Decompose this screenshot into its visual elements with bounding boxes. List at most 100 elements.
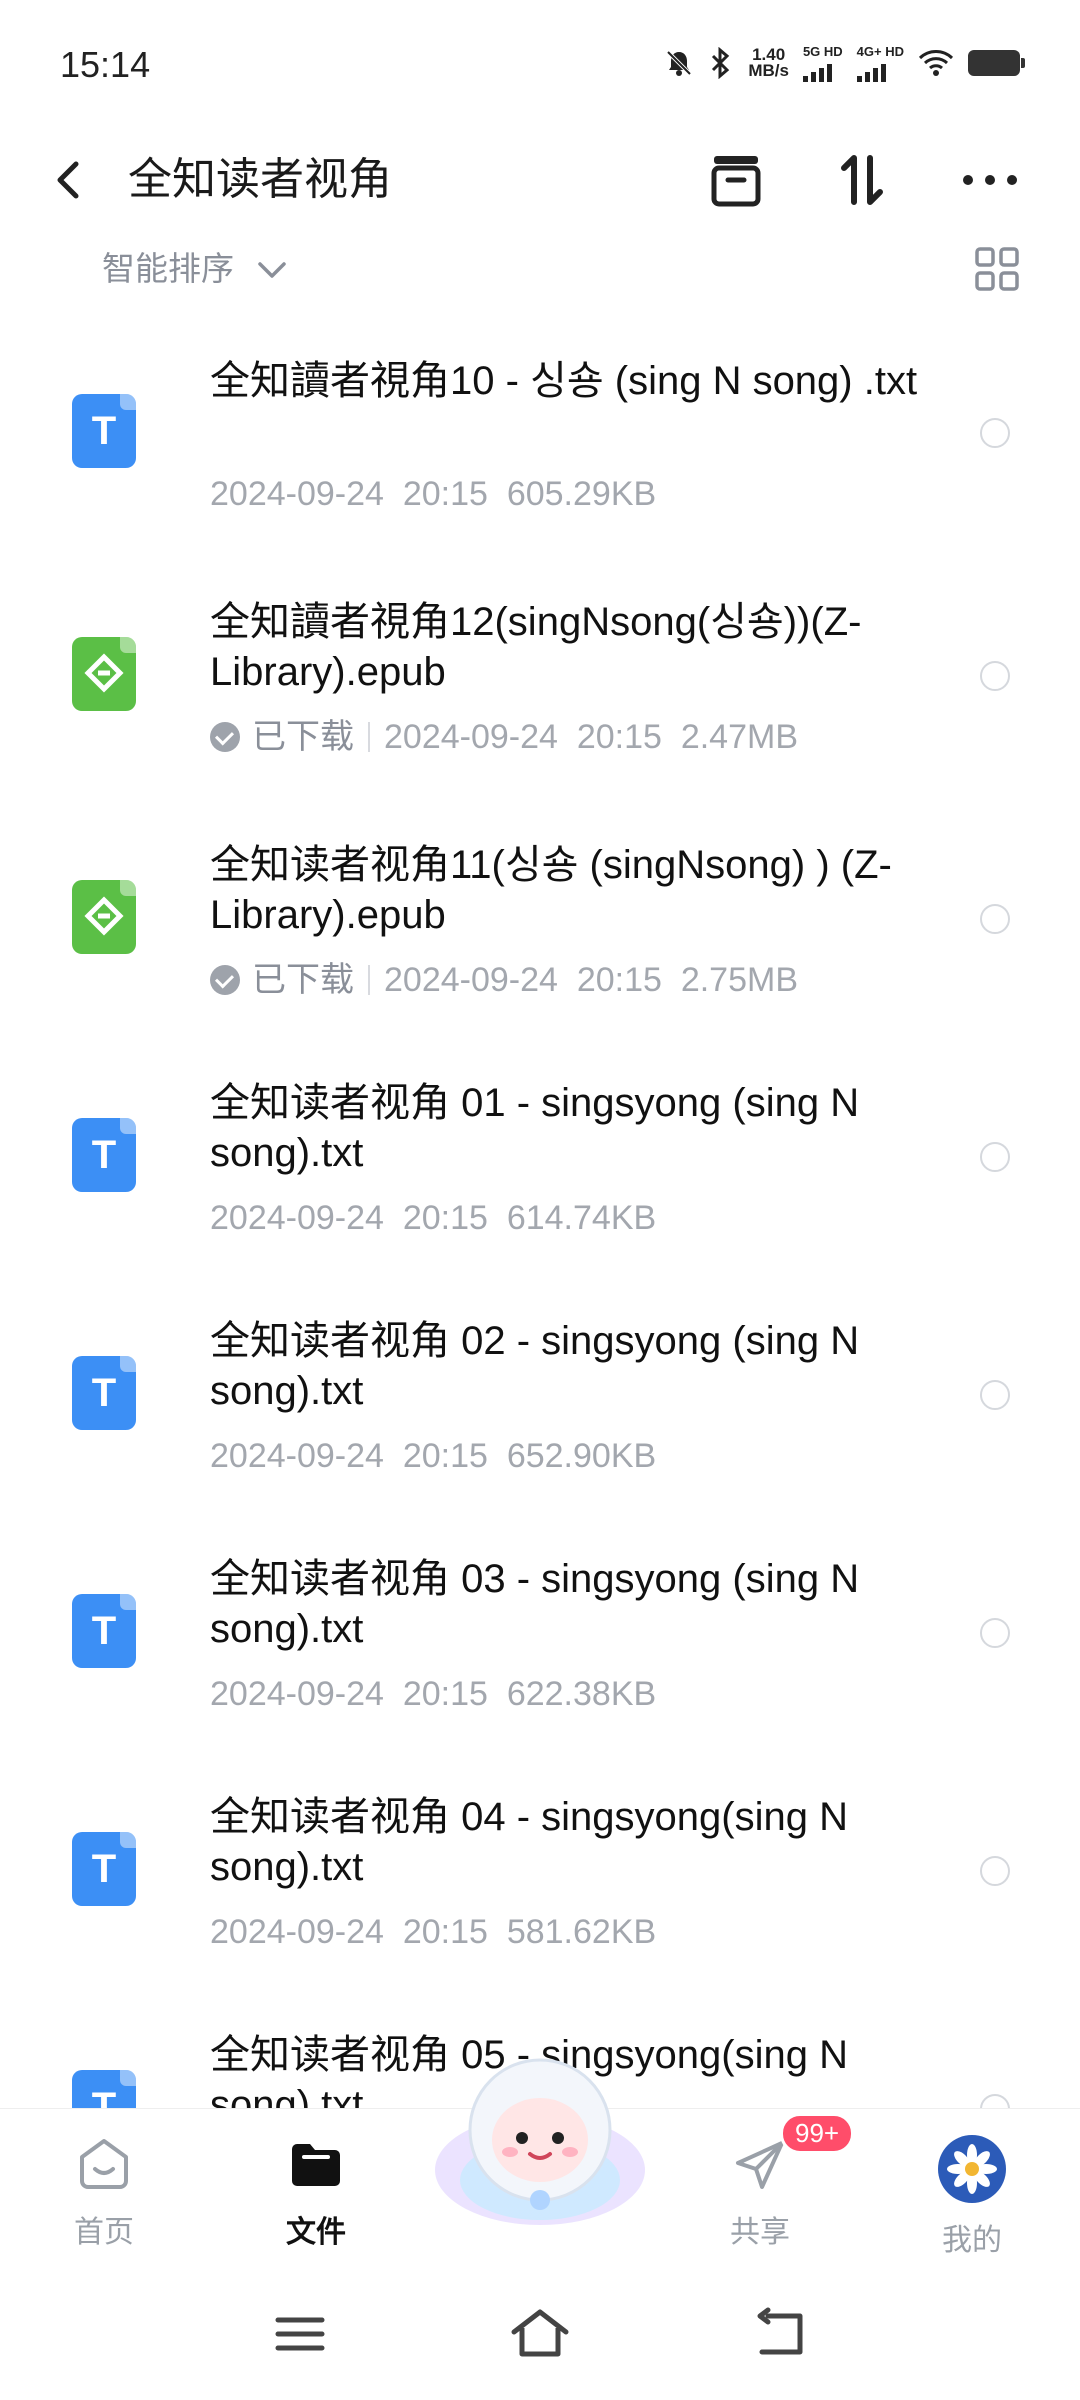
file-meta: 已下载 2024-09-24 20:15 2.47MB: [210, 715, 798, 759]
more-options-button[interactable]: [958, 148, 1022, 212]
file-time: 20:15: [402, 1913, 488, 1951]
file-time: 20:15: [576, 718, 662, 756]
file-date: 2024-09-24: [210, 1913, 384, 1951]
downloaded-check-icon: [210, 965, 240, 995]
file-row[interactable]: T 全知读者视角 01 - singsyong (sing N song).tx…: [0, 1042, 1080, 1280]
nav-files-label: 文件: [286, 2216, 346, 2249]
folder-icon: [286, 2135, 346, 2195]
file-row[interactable]: T 全知读者视角 04 - singsyong(sing N song).txt…: [0, 1756, 1080, 1994]
avatar: [938, 2135, 1006, 2203]
sim2-signal: 4G+ HD: [856, 44, 904, 82]
txt-file-icon: T: [72, 2070, 136, 2108]
txt-file-icon: T: [72, 1118, 136, 1192]
daisy-avatar-icon: [947, 2144, 997, 2194]
file-size: 2.75MB: [680, 961, 799, 999]
epub-file-icon: [72, 880, 136, 954]
sim1-signal: 5G HD: [802, 44, 843, 82]
downloaded-check-icon: [210, 722, 240, 752]
downloaded-label: 已下载: [252, 961, 354, 999]
select-checkbox[interactable]: [980, 418, 1010, 448]
status-time: 15:14: [60, 44, 151, 85]
txt-file-icon: T: [72, 394, 136, 468]
epub-file-icon: [72, 637, 136, 711]
status-bar: 15:14 1.40 MB/s 5G HD 4G+ HD: [0, 0, 1080, 130]
file-date: 2024-09-24: [210, 475, 384, 513]
file-time: 20:15: [402, 1199, 488, 1237]
file-name: 全知讀者視角12(singNsong(싱숑))(Z-Library).epub: [210, 600, 862, 694]
txt-file-icon: T: [72, 1832, 136, 1906]
bluetooth-icon: [708, 47, 734, 79]
signal-bars-icon: [802, 60, 843, 82]
select-checkbox[interactable]: [980, 904, 1010, 934]
nav-home[interactable]: 首页: [34, 2135, 174, 2251]
file-row[interactable]: T 全知读者视角 03 - singsyong (sing N song).tx…: [0, 1518, 1080, 1756]
file-row[interactable]: T 全知讀者視角10 - 싱숑 (sing N song) .txt 2024-…: [0, 318, 1080, 556]
file-list: T 全知讀者視角10 - 싱숑 (sing N song) .txt 2024-…: [0, 318, 1080, 2108]
file-time: 20:15: [402, 475, 488, 513]
menu-lines-icon[interactable]: [268, 2302, 332, 2366]
nav-home-label: 首页: [74, 2216, 134, 2249]
archive-box-icon: [711, 156, 761, 207]
file-size: 614.74KB: [506, 1199, 657, 1237]
signal-bars-icon: [856, 60, 904, 82]
file-date: 2024-09-24: [210, 1437, 384, 1475]
system-navigation-bar: [0, 2278, 1080, 2400]
downloaded-label: 已下载: [252, 718, 354, 756]
mute-bell-icon: [664, 48, 694, 78]
top-app-bar: 全知读者视角: [0, 130, 1080, 230]
chevron-left-icon: [57, 161, 79, 199]
sort-mode-dropdown[interactable]: 智能排序: [102, 246, 234, 292]
file-meta: 2024-09-24 20:15 622.38KB: [210, 1672, 656, 1716]
ai-assistant-mascot-button[interactable]: [430, 2040, 650, 2240]
sort-arrows-icon: [841, 155, 883, 205]
file-name: 全知讀者視角10 - 싱숑 (sing N song) .txt: [210, 359, 918, 403]
nav-me-label: 我的: [942, 2224, 1002, 2257]
network-speed: 1.40 MB/s: [748, 45, 789, 80]
file-name: 全知读者视角 03 - singsyong (sing N song).txt: [210, 1557, 860, 1651]
file-name: 全知读者视角11(싱숑 (singNsong) ) (Z-Library).ep…: [210, 843, 892, 937]
select-checkbox[interactable]: [980, 1380, 1010, 1410]
archive-button[interactable]: [704, 148, 768, 212]
file-meta: 2024-09-24 20:15 581.62KB: [210, 1910, 656, 1954]
home-icon[interactable]: [508, 2302, 572, 2366]
sort-order-button[interactable]: [830, 148, 894, 212]
select-checkbox[interactable]: [980, 2094, 1010, 2108]
battery-icon: [968, 50, 1025, 76]
page-title: 全知读者视角: [128, 155, 392, 204]
file-meta: 已下载 2024-09-24 20:15 2.75MB: [210, 958, 798, 1002]
status-icons: 1.40 MB/s 5G HD 4G+ HD: [664, 44, 1025, 82]
select-checkbox[interactable]: [980, 661, 1010, 691]
file-meta: 2024-09-24 20:15 605.29KB: [210, 472, 656, 516]
file-row[interactable]: T 全知读者视角 02 - singsyong (sing N song).tx…: [0, 1280, 1080, 1518]
file-size: 581.62KB: [506, 1913, 657, 1951]
nav-me[interactable]: 我的: [902, 2135, 1042, 2259]
file-size: 652.90KB: [506, 1437, 657, 1475]
file-date: 2024-09-24: [384, 961, 558, 999]
file-row[interactable]: 全知读者视角11(싱숑 (singNsong) ) (Z-Library).ep…: [0, 804, 1080, 1042]
file-date: 2024-09-24: [210, 1199, 384, 1237]
txt-file-icon: T: [72, 1356, 136, 1430]
file-size: 2.47MB: [680, 718, 799, 756]
file-time: 20:15: [402, 1437, 488, 1475]
txt-file-icon: T: [72, 1594, 136, 1668]
file-size: 622.38KB: [506, 1675, 657, 1713]
file-date: 2024-09-24: [210, 1675, 384, 1713]
nav-share[interactable]: 99+ 共享: [690, 2113, 855, 2251]
more-horizontal-icon: [963, 175, 1017, 185]
select-checkbox[interactable]: [980, 1618, 1010, 1648]
file-meta: 2024-09-24 20:15 614.74KB: [210, 1196, 656, 1240]
select-checkbox[interactable]: [980, 1142, 1010, 1172]
file-row[interactable]: 全知讀者視角12(singNsong(싱숑))(Z-Library).epub …: [0, 561, 1080, 799]
nav-files[interactable]: 文件: [246, 2135, 386, 2251]
file-size: 605.29KB: [506, 475, 657, 513]
file-name: 全知读者视角 02 - singsyong (sing N song).txt: [210, 1319, 860, 1413]
back-button[interactable]: [44, 152, 100, 208]
select-checkbox[interactable]: [980, 1856, 1010, 1886]
paper-plane-icon: 99+: [730, 2113, 855, 2195]
file-name: 全知读者视角 01 - singsyong (sing N song).txt: [210, 1081, 860, 1175]
wifi-icon: [918, 49, 954, 77]
back-arrow-icon[interactable]: [748, 2302, 812, 2366]
grid-view-icon[interactable]: [974, 246, 1020, 292]
chevron-down-icon[interactable]: [256, 254, 288, 286]
home-face-icon: [74, 2135, 134, 2195]
